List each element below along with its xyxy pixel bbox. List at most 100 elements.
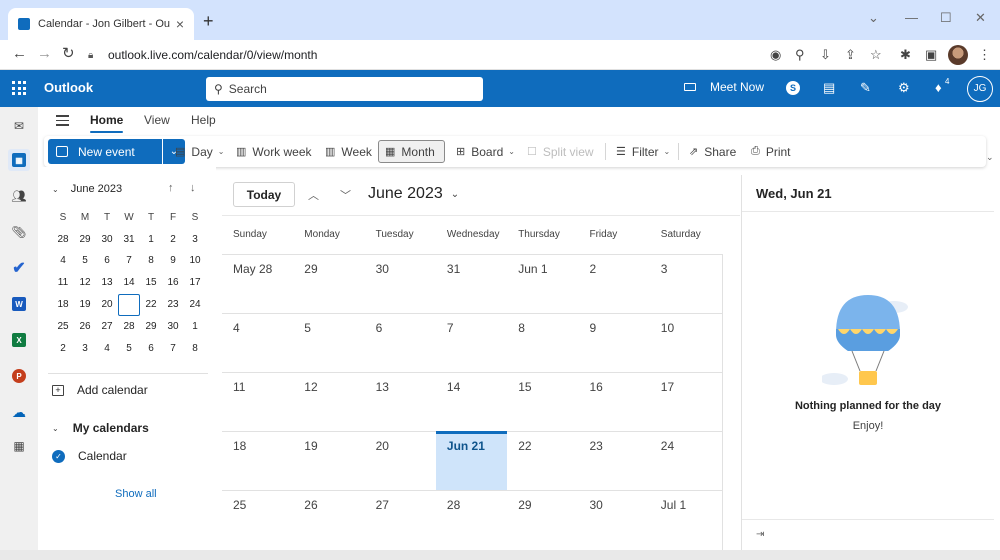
hamburger-menu-icon[interactable]: [56, 115, 69, 129]
day-cell[interactable]: 19: [293, 432, 364, 490]
mini-day[interactable]: 8: [184, 339, 206, 359]
browser-menu-icon[interactable]: ⋮: [978, 47, 991, 63]
mini-day[interactable]: 3: [184, 230, 206, 250]
day-cell[interactable]: 18: [222, 432, 293, 490]
search-box[interactable]: ⚲: [206, 77, 483, 101]
onedrive-cloud-icon[interactable]: ☁: [8, 401, 30, 423]
forward-arrow-icon[interactable]: →: [37, 46, 52, 62]
teams-icon[interactable]: ▤: [823, 81, 835, 95]
mini-day[interactable]: 18: [52, 295, 74, 315]
day-cell-today[interactable]: Jun 21: [435, 431, 508, 490]
app-launcher-icon[interactable]: [12, 81, 26, 95]
day-cell[interactable]: 10: [650, 314, 721, 372]
mini-day[interactable]: 11: [52, 273, 74, 293]
month-title-picker[interactable]: June 2023 ⌄: [368, 185, 459, 203]
previous-month-arrow-icon[interactable]: ︿: [308, 187, 319, 203]
browser-profile-avatar[interactable]: [948, 45, 968, 65]
skype-icon[interactable]: S: [786, 81, 800, 95]
calendar-list-item[interactable]: ✓ Calendar: [52, 449, 127, 463]
mini-day[interactable]: 5: [74, 251, 96, 271]
new-event-button[interactable]: New event: [48, 139, 162, 164]
mini-day[interactable]: 24: [184, 295, 206, 315]
window-maximize-icon[interactable]: ☐: [940, 10, 952, 26]
mini-day[interactable]: 7: [118, 251, 140, 271]
meet-now-button[interactable]: Meet Now: [684, 80, 764, 94]
mini-prev-month-arrow-icon[interactable]: ↑: [168, 182, 174, 194]
mini-day[interactable]: 29: [74, 230, 96, 250]
mini-day[interactable]: 9: [162, 251, 184, 271]
day-cell[interactable]: 13: [365, 373, 436, 431]
tab-home[interactable]: Home: [90, 113, 124, 133]
day-cell[interactable]: 24: [650, 432, 721, 490]
day-cell[interactable]: 15: [507, 373, 578, 431]
day-cell[interactable]: 30: [578, 491, 649, 549]
day-cell[interactable]: 29: [293, 255, 364, 313]
my-calendars-group[interactable]: ⌄ My calendars: [52, 421, 149, 435]
browser-tab[interactable]: Calendar - Jon Gilbert - Outlook ×: [8, 8, 194, 40]
add-calendar-button[interactable]: + Add calendar: [52, 383, 148, 397]
mini-day[interactable]: 1: [184, 317, 206, 337]
day-cell[interactable]: 3: [650, 255, 721, 313]
mini-day[interactable]: 3: [74, 339, 96, 359]
month-view-button[interactable]: ▦ Month: [378, 140, 445, 163]
extensions-puzzle-icon[interactable]: ✱: [900, 47, 911, 63]
day-cell[interactable]: 20: [365, 432, 436, 490]
mini-day-today[interactable]: 21: [118, 294, 140, 317]
day-cell[interactable]: 8: [507, 314, 578, 372]
outlook-brand[interactable]: Outlook: [44, 80, 93, 95]
print-button[interactable]: ⎙ Print: [745, 140, 797, 163]
side-panel-icon[interactable]: ▣: [925, 47, 937, 63]
mini-day[interactable]: 5: [118, 339, 140, 359]
todo-check-icon[interactable]: ✔: [8, 257, 30, 279]
mini-day[interactable]: 26: [74, 317, 96, 337]
search-input[interactable]: [228, 82, 483, 96]
day-cell[interactable]: 31: [436, 255, 507, 313]
mini-day[interactable]: 29: [140, 317, 162, 337]
share-page-icon[interactable]: ⇪: [845, 47, 856, 63]
mini-day[interactable]: 2: [52, 339, 74, 359]
mini-day[interactable]: 2: [162, 230, 184, 250]
mini-calendar-header[interactable]: ⌄ June 2023: [52, 183, 122, 195]
share-button[interactable]: ⇗ Share: [683, 140, 742, 163]
zoom-icon[interactable]: ⚲: [795, 47, 805, 63]
mini-day[interactable]: 17: [184, 273, 206, 293]
day-cell[interactable]: 5: [293, 314, 364, 372]
mini-day[interactable]: 14: [118, 273, 140, 293]
next-month-arrow-icon[interactable]: ﹀: [340, 187, 351, 203]
mini-day[interactable]: 23: [162, 295, 184, 315]
back-arrow-icon[interactable]: ←: [12, 46, 27, 62]
board-view-button[interactable]: ⊞ Board ⌄: [450, 140, 521, 163]
mini-day[interactable]: 30: [96, 230, 118, 250]
day-cell[interactable]: Jul 1: [650, 491, 721, 549]
filter-button[interactable]: ☰ Filter ⌄: [610, 140, 676, 163]
mini-day[interactable]: 31: [118, 230, 140, 250]
mail-envelope-icon[interactable]: ✉: [8, 115, 30, 137]
bookmark-star-icon[interactable]: ☆: [870, 47, 882, 63]
day-cell[interactable]: 4: [222, 314, 293, 372]
work-week-button[interactable]: ▥ Work week: [230, 140, 318, 163]
day-cell[interactable]: 29: [507, 491, 578, 549]
day-cell[interactable]: 22: [507, 432, 578, 490]
day-cell[interactable]: 11: [222, 373, 293, 431]
day-cell[interactable]: 25: [222, 491, 293, 549]
settings-gear-icon[interactable]: ⚙: [898, 81, 910, 95]
my-day-icon[interactable]: ✎: [860, 81, 871, 95]
mini-day[interactable]: 4: [52, 251, 74, 271]
day-cell[interactable]: 27: [365, 491, 436, 549]
whats-new-icon[interactable]: ♦: [935, 81, 942, 95]
day-cell[interactable]: 28: [436, 491, 507, 549]
mini-day[interactable]: 13: [96, 273, 118, 293]
tab-view[interactable]: View: [144, 113, 170, 127]
attachment-paperclip-icon[interactable]: 📎︎: [8, 221, 30, 243]
people-icon[interactable]: 👥︎: [8, 185, 30, 207]
today-button[interactable]: Today: [233, 182, 295, 207]
powerpoint-icon[interactable]: P: [8, 365, 30, 387]
mini-day[interactable]: 1: [140, 230, 162, 250]
mini-day[interactable]: 30: [162, 317, 184, 337]
install-app-icon[interactable]: ⇩: [820, 47, 831, 63]
account-avatar[interactable]: JG: [967, 76, 993, 102]
more-apps-grid-icon[interactable]: ▦: [8, 435, 30, 457]
day-cell[interactable]: 2: [578, 255, 649, 313]
mini-day[interactable]: 28: [118, 317, 140, 337]
mini-day[interactable]: 28: [52, 230, 74, 250]
